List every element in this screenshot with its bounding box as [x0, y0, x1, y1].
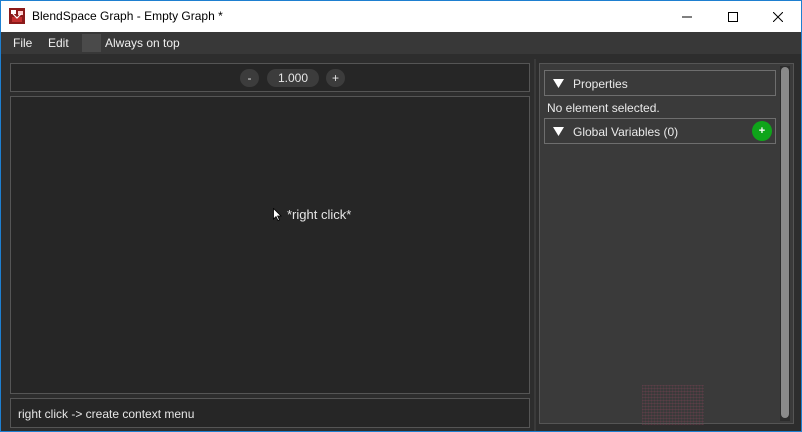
- menu-bar: File Edit Always on top: [1, 32, 801, 54]
- status-bar: right click -> create context menu: [10, 398, 530, 428]
- canvas-hint: *right click*: [287, 207, 352, 222]
- close-button[interactable]: [755, 1, 801, 32]
- minimize-button[interactable]: [664, 1, 710, 32]
- maximize-icon: [728, 11, 738, 22]
- zoom-level-field[interactable]: 1.000: [267, 69, 319, 87]
- properties-label: Properties: [573, 77, 628, 91]
- render-artifact: [642, 385, 704, 425]
- always-on-top-label[interactable]: Always on top: [105, 36, 180, 50]
- collapse-triangle-icon: [553, 79, 564, 88]
- minimize-icon: [682, 16, 692, 17]
- zoom-out-button[interactable]: -: [240, 69, 259, 87]
- global-variables-label: Global Variables (0): [573, 125, 679, 139]
- app-icon: [9, 8, 25, 24]
- always-on-top-checkbox[interactable]: [82, 34, 101, 52]
- zoom-in-button[interactable]: +: [326, 69, 345, 87]
- title-bar: BlendSpace Graph - Empty Graph *: [1, 1, 801, 32]
- menu-edit[interactable]: Edit: [48, 36, 69, 50]
- maximize-button[interactable]: [710, 1, 756, 32]
- inspector-panel: Properties No element selected. Global V…: [539, 63, 794, 424]
- status-text: right click -> create context menu: [18, 407, 195, 421]
- collapse-triangle-icon: [553, 127, 564, 136]
- no-selection-text: No element selected.: [547, 101, 660, 115]
- scrollbar-thumb[interactable]: [781, 67, 789, 418]
- global-variables-section-header[interactable]: Global Variables (0) +: [544, 118, 776, 144]
- add-variable-button[interactable]: +: [752, 121, 772, 141]
- panel-splitter[interactable]: [534, 59, 536, 431]
- close-icon: [773, 11, 783, 22]
- inspector-scrollbar[interactable]: [780, 66, 790, 421]
- zoom-toolbar: - 1.000 +: [10, 63, 530, 92]
- mouse-cursor-icon: [273, 208, 282, 221]
- graph-canvas[interactable]: *right click*: [10, 96, 530, 394]
- properties-section-header[interactable]: Properties: [544, 70, 776, 96]
- window-title: BlendSpace Graph - Empty Graph *: [32, 9, 223, 23]
- menu-file[interactable]: File: [13, 36, 32, 50]
